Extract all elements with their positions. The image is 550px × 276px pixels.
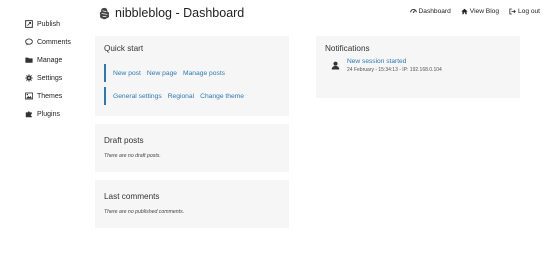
top-nav: Dashboard View Blog Log out: [400, 8, 540, 15]
sidebar-item-label: Comments: [37, 38, 71, 46]
log-out-icon: [509, 8, 516, 15]
user-icon: [331, 61, 340, 70]
draft-posts-title: Draft posts: [104, 136, 144, 145]
last-comments-title: Last comments: [104, 192, 160, 201]
draft-posts-empty-text: There are no draft posts.: [104, 153, 161, 159]
sidebar-item-themes[interactable]: Themes: [24, 89, 62, 103]
quick-start-title: Quick start: [104, 44, 144, 53]
nibbleblog-logo-icon: [99, 7, 110, 19]
manage-posts-link[interactable]: Manage posts: [183, 70, 225, 77]
notifications-panel: Notifications New session started 24 Feb…: [316, 36, 520, 98]
sidebar-item-label: Plugins: [37, 110, 60, 118]
general-settings-link[interactable]: General settings: [113, 93, 162, 100]
nav-log-out-link[interactable]: Log out: [509, 8, 540, 15]
quick-start-row: General settings Regional Change theme: [104, 87, 250, 105]
sidebar-item-settings[interactable]: Settings: [24, 71, 62, 85]
publish-icon: [24, 20, 33, 29]
new-page-link[interactable]: New page: [147, 70, 177, 77]
comment-icon: [24, 38, 33, 47]
regional-link[interactable]: Regional: [168, 93, 194, 100]
notification-title[interactable]: New session started: [347, 58, 442, 65]
dashboard-icon: [409, 9, 417, 13]
page-title: nibbleblog - Dashboard: [115, 6, 245, 20]
quick-start-row: New post New page Manage posts: [104, 64, 231, 82]
notification-item: New session started 24 February - 15:34:…: [331, 58, 442, 73]
notification-meta: 24 February - 15:34:13 - IP: 192.168.0.1…: [347, 67, 442, 73]
sidebar-item-plugins[interactable]: Plugins: [24, 107, 60, 121]
new-post-link[interactable]: New post: [113, 70, 141, 77]
sidebar-item-label: Themes: [37, 92, 63, 100]
sidebar-item-label: Manage: [37, 56, 63, 64]
nav-view-blog-link[interactable]: View Blog: [461, 8, 499, 15]
notifications-title: Notifications: [325, 44, 370, 53]
page-header: nibbleblog - Dashboard: [98, 4, 244, 22]
quick-start-panel: Quick start New post New page Manage pos…: [95, 36, 289, 116]
sidebar-item-publish[interactable]: Publish: [24, 17, 60, 31]
change-theme-link[interactable]: Change theme: [200, 93, 244, 100]
draft-posts-panel: Draft posts There are no draft posts.: [95, 124, 289, 172]
home-icon: [461, 8, 468, 15]
gear-icon: [24, 74, 33, 83]
nav-dashboard-label: Dashboard: [418, 8, 451, 15]
nav-dashboard-link[interactable]: Dashboard: [409, 8, 451, 15]
folder-icon: [24, 56, 33, 65]
nav-view-blog-label: View Blog: [469, 8, 499, 15]
sidebar-item-comments[interactable]: Comments: [24, 35, 71, 49]
sidebar-item-label: Settings: [37, 74, 63, 82]
sidebar: Publish Comments Manage Settings Themes …: [0, 0, 92, 276]
nav-log-out-label: Log out: [518, 8, 540, 15]
image-icon: [24, 92, 33, 101]
sidebar-item-manage[interactable]: Manage: [24, 53, 62, 67]
last-comments-panel: Last comments There are no published com…: [95, 180, 289, 228]
last-comments-empty-text: There are no published comments.: [104, 209, 185, 215]
puzzle-icon: [24, 110, 33, 119]
sidebar-item-label: Publish: [37, 20, 60, 28]
